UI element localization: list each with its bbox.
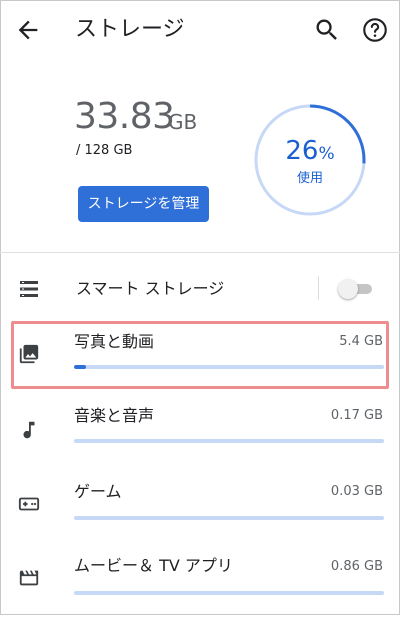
vertical-divider [318, 276, 319, 300]
used-storage-value: 33.83 [74, 96, 175, 137]
category-usage-bar [74, 591, 384, 595]
category-usage-bar [74, 439, 384, 443]
search-icon[interactable] [313, 16, 341, 44]
category-size: 0.03 GB [330, 484, 383, 499]
category-row-music[interactable]: 音楽と音声 0.17 GB [0, 395, 400, 469]
usage-label: 使用 [296, 171, 323, 186]
category-row-movies[interactable]: ムービー＆ TV アプリ 0.86 GB [0, 545, 400, 619]
category-usage-bar [74, 516, 384, 520]
category-size: 0.86 GB [330, 559, 383, 574]
highlight-box [11, 321, 389, 389]
page-title: ストレージ [75, 17, 185, 42]
manage-storage-button[interactable]: ストレージを管理 [78, 186, 209, 222]
category-name: ゲーム [74, 482, 122, 501]
music-note-icon [18, 419, 40, 441]
used-storage-unit: GB [168, 110, 198, 134]
smart-storage-toggle[interactable] [338, 279, 372, 299]
usage-percent: 26% [254, 136, 366, 169]
total-storage: / 128 GB [76, 143, 133, 158]
gamepad-icon [18, 493, 40, 515]
category-size: 0.17 GB [330, 408, 383, 423]
list-icon [19, 279, 39, 299]
divider [0, 252, 400, 253]
category-name: ムービー＆ TV アプリ [74, 556, 233, 575]
help-circle-icon[interactable] [361, 16, 389, 44]
movie-clapper-icon [18, 567, 40, 589]
toggle-knob [338, 279, 358, 299]
category-row-games[interactable]: ゲーム 0.03 GB [0, 471, 400, 545]
arrow-back-icon[interactable] [14, 16, 42, 44]
app-bar: ストレージ [0, 0, 400, 60]
smart-storage-label: スマート ストレージ [76, 279, 225, 298]
category-name: 音楽と音声 [74, 406, 155, 425]
usage-percent-value: 26 [285, 136, 319, 166]
usage-percent-sign: % [318, 144, 335, 164]
